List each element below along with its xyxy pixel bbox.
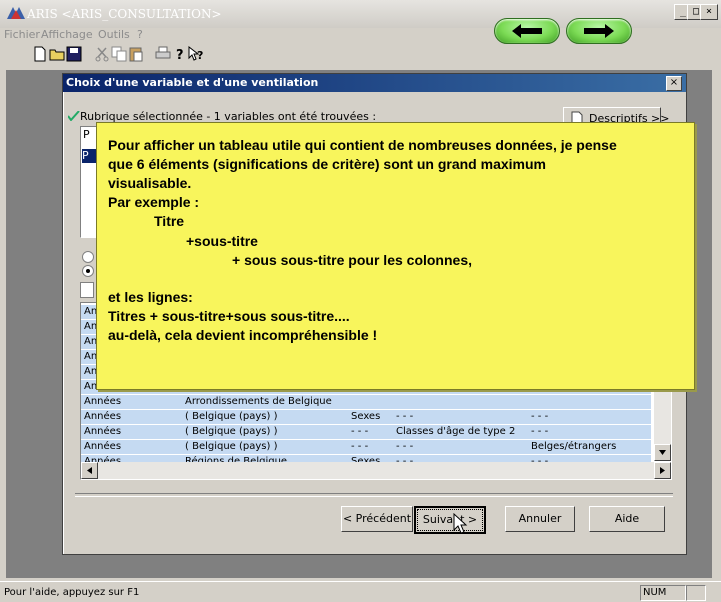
copy-icon[interactable] (111, 46, 127, 62)
rubrique-icon (68, 111, 80, 121)
table-cell: Belges/étrangers (531, 441, 617, 452)
table-cell: - - - (351, 441, 369, 452)
table-cell: - - - (351, 426, 369, 437)
horizontal-scrollbar[interactable] (81, 462, 671, 479)
note-line: +sous-titre (186, 233, 258, 249)
radio-option-2[interactable] (82, 265, 94, 277)
forward-arrow-icon (584, 24, 614, 38)
table-row[interactable]: Années ( Belgique (pays) ) Sexes - - - -… (81, 410, 651, 425)
status-bar: Pour l'aide, appuyez sur F1 NUM (0, 581, 721, 602)
back-arrow-icon (512, 24, 542, 38)
suivant-button[interactable]: Suivant > (414, 506, 486, 534)
table-cell: ( Belgique (pays) ) (185, 426, 278, 437)
note-line: que 6 éléments (significations de critèr… (108, 156, 546, 172)
menu-affichage[interactable]: Affichage (41, 28, 93, 41)
dialog-close-icon[interactable]: × (666, 76, 682, 91)
note-line: Titre (154, 213, 185, 229)
table-cell: Années (84, 411, 122, 422)
table-cell: - - - (531, 411, 549, 422)
context-help-icon[interactable]: ? (188, 46, 204, 62)
list-item[interactable]: P (83, 128, 95, 142)
table-cell: Sexes (351, 411, 381, 422)
table-cell: Classes d'âge de type 2 (396, 426, 516, 437)
note-line: Pour afficher un tableau utile qui conti… (108, 137, 617, 153)
note-line: Titres + sous-titre+sous sous-titre.... (108, 308, 350, 324)
scroll-down-icon[interactable] (654, 444, 671, 461)
save-icon[interactable] (66, 46, 82, 62)
note-line: Par exemple : (108, 194, 200, 210)
table-row[interactable]: Années ( Belgique (pays) ) - - - Classes… (81, 425, 651, 440)
annotation-note: Pour afficher un tableau utile qui conti… (96, 122, 695, 390)
table-cell: - - - (396, 441, 414, 452)
aide-button[interactable]: Aide (589, 506, 665, 532)
app-logo-icon (7, 7, 25, 19)
status-text: Pour l'aide, appuyez sur F1 (4, 587, 140, 598)
radio-option-1[interactable] (82, 251, 94, 263)
menu-fichier[interactable]: Fichier (4, 28, 40, 41)
dialog-title: Choix d'une variable et d'une ventilatio… (66, 76, 319, 89)
scroll-right-icon[interactable] (654, 462, 671, 479)
close-icon[interactable]: × (700, 4, 718, 20)
table-cell: ( Belgique (pays) ) (185, 411, 278, 422)
scroll-left-icon[interactable] (81, 462, 98, 479)
menu-help[interactable]: ? (137, 28, 143, 41)
dialog-title-bar: Choix d'une variable et d'une ventilatio… (63, 74, 686, 92)
menu-outils[interactable]: Outils (98, 28, 130, 41)
table-cell: - - - (531, 426, 549, 437)
note-line: + sous sous-titre pour les colonnes, (232, 252, 472, 268)
menu-bar: Fichier Affichage Outils ? (0, 27, 500, 43)
app-window: ARIS <ARIS_CONSULTATION> _ □ × Fichier A… (0, 0, 721, 602)
separator (75, 493, 673, 497)
table-cell: Années (84, 441, 122, 452)
table-cell: Arrondissements de Belgique (185, 396, 332, 407)
list-item-selected[interactable]: P (82, 149, 96, 163)
status-panel (686, 585, 706, 601)
field-stub (80, 282, 94, 298)
paste-icon[interactable] (128, 46, 144, 62)
svg-text:?: ? (176, 48, 184, 62)
help-icon[interactable]: ? (172, 46, 188, 62)
table-row[interactable]: Années ( Belgique (pays) ) - - - - - - B… (81, 440, 651, 455)
window-controls: _ □ × (674, 4, 718, 21)
print-icon[interactable] (155, 46, 171, 62)
precedent-button[interactable]: < Précédent (341, 506, 413, 532)
mouse-cursor-icon (453, 513, 468, 534)
table-cell: Années (84, 396, 122, 407)
annuler-button[interactable]: Annuler (505, 506, 575, 532)
new-document-icon[interactable] (32, 46, 48, 62)
num-indicator: NUM (640, 585, 686, 601)
note-line: au-delà, cela devient incompréhensible ! (108, 327, 378, 343)
note-line: et les lignes: (108, 289, 193, 305)
table-cell: Années (84, 426, 122, 437)
forward-button[interactable] (566, 18, 632, 44)
app-title: ARIS <ARIS_CONSULTATION> (27, 7, 222, 21)
cut-icon[interactable] (94, 46, 110, 62)
note-line: visualisable. (108, 175, 192, 191)
open-folder-icon[interactable] (49, 46, 65, 62)
table-cell: ( Belgique (pays) ) (185, 441, 278, 452)
table-cell: - - - (396, 411, 414, 422)
table-row[interactable]: Années Arrondissements de Belgique (81, 395, 651, 410)
svg-text:?: ? (197, 49, 203, 62)
back-button[interactable] (494, 18, 560, 44)
